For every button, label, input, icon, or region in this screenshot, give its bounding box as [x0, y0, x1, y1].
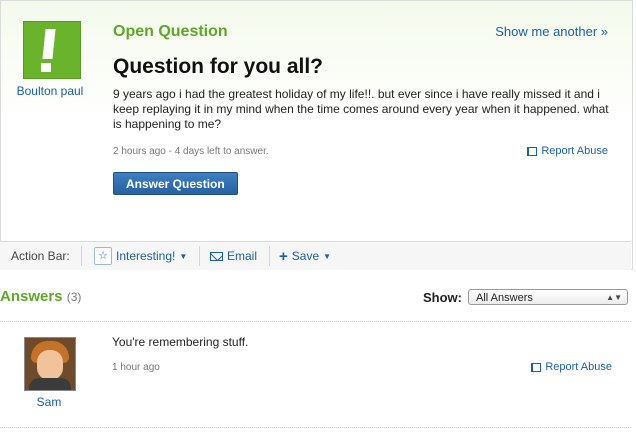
divider	[0, 321, 631, 322]
star-icon: ☆	[94, 247, 112, 265]
envelope-icon	[210, 251, 223, 261]
exclamation-icon	[42, 29, 56, 59]
chevron-down-icon: ▼	[323, 251, 332, 261]
answer-meta: 1 hour ago	[112, 362, 160, 373]
asker-name[interactable]: Boulton paul	[5, 84, 95, 98]
answers-filter-select[interactable]: All Answers ▲▼	[468, 289, 628, 305]
interesting-label: Interesting!	[116, 249, 176, 263]
answers-count: (3)	[66, 290, 82, 304]
show-another-link[interactable]: Show me another »	[495, 24, 608, 39]
divider	[0, 427, 631, 428]
show-filter-label: Show:	[423, 290, 462, 305]
save-button[interactable]: + Save ▼	[279, 242, 331, 270]
flag-icon	[531, 362, 542, 372]
interesting-button[interactable]: ☆ Interesting! ▼	[94, 242, 187, 270]
answers-filter-value: All Answers	[476, 292, 533, 304]
save-label: Save	[291, 249, 320, 263]
answerer-name[interactable]: Sam	[4, 395, 94, 409]
asker-avatar[interactable]	[23, 21, 81, 79]
answer-text: You're remembering stuff.	[112, 335, 249, 349]
report-abuse-link[interactable]: Report Abuse	[527, 145, 608, 157]
question-body: 9 years ago i had the greatest holiday o…	[113, 87, 609, 131]
email-button[interactable]: Email	[210, 242, 257, 270]
answers-heading: Answers (3)	[0, 288, 81, 305]
answerer-avatar[interactable]	[24, 337, 76, 391]
answers-title: Answers	[0, 288, 63, 305]
report-abuse-label: Report Abuse	[545, 361, 612, 373]
question-card: Boulton paul Open Question Show me anoth…	[0, 0, 633, 270]
plus-icon: +	[279, 247, 288, 265]
chevron-down-icon: ▼	[179, 251, 188, 261]
flag-icon	[527, 146, 538, 156]
action-bar: Action Bar: ☆ Interesting! ▼ Email + Sav…	[0, 241, 631, 270]
answer-question-button[interactable]: Answer Question	[113, 172, 238, 195]
select-arrows-icon: ▲▼	[606, 293, 622, 302]
question-meta: 2 hours ago - 4 days left to answer.	[113, 146, 269, 157]
question-status: Open Question	[113, 23, 228, 40]
report-abuse-label: Report Abuse	[541, 145, 608, 157]
email-label: Email	[227, 249, 258, 263]
answer-report-abuse-link[interactable]: Report Abuse	[531, 361, 612, 373]
question-title: Question for you all?	[113, 55, 324, 78]
action-bar-label: Action Bar:	[11, 249, 70, 263]
